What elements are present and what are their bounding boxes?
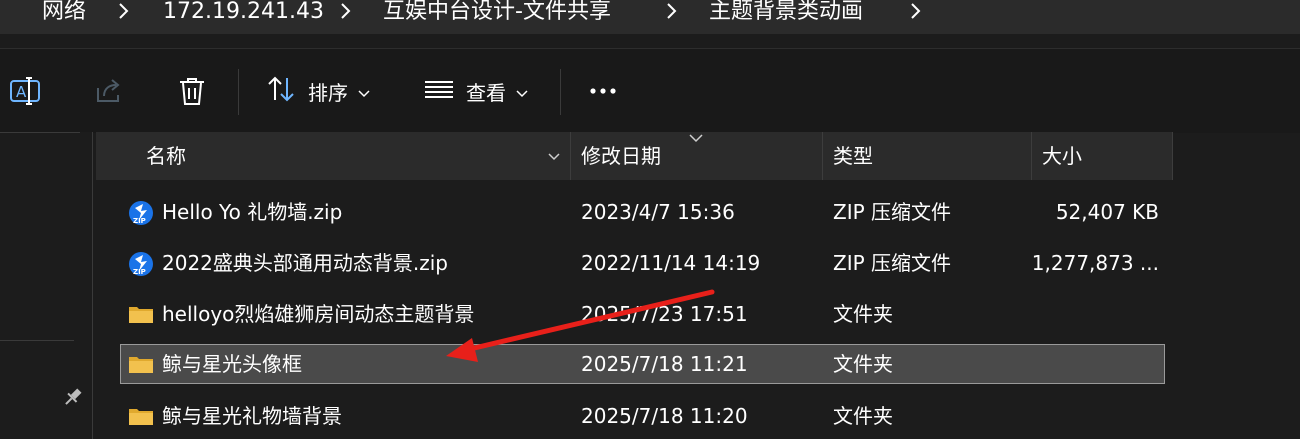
pin-icon[interactable] [62, 386, 84, 408]
file-row[interactable]: helloyo烈焰雄狮房间动态主题背景 2025/7/23 17:51 文件夹 [120, 294, 1165, 334]
breadcrumb-item-network[interactable]: 网络 [42, 0, 86, 24]
share-icon[interactable] [92, 74, 126, 108]
file-name: 2022盛典头部通用动态背景.zip [162, 251, 449, 275]
rename-icon[interactable]: A [8, 74, 42, 108]
column-header-type[interactable]: 类型 [823, 132, 1031, 180]
folder-icon [128, 352, 154, 376]
file-name: 鲸与星光礼物墙背景 [162, 404, 342, 428]
folder-icon [128, 404, 154, 428]
file-size: 52,407 KB [1055, 200, 1159, 224]
file-row[interactable]: 鲸与星光礼物墙背景 2025/7/18 11:20 文件夹 [120, 396, 1165, 436]
file-type: 文件夹 [833, 404, 893, 428]
svg-text:ZIP: ZIP [133, 268, 146, 276]
column-header-name[interactable]: 名称 [96, 132, 570, 180]
file-type: 文件夹 [833, 302, 893, 326]
chevron-right-icon[interactable] [664, 0, 678, 24]
chevron-right-icon[interactable] [338, 0, 352, 24]
view-button[interactable]: 查看 [424, 74, 528, 108]
chevron-down-icon [516, 79, 528, 103]
file-row-selected[interactable]: 鲸与星光头像框 2025/7/18 11:21 文件夹 [120, 344, 1165, 384]
file-type: ZIP 压缩文件 [833, 251, 952, 275]
toolbar-divider [238, 69, 239, 115]
file-name: Hello Yo 礼物墙.zip [162, 200, 343, 224]
chevron-right-icon[interactable] [908, 0, 922, 24]
sort-caret-icon [688, 128, 704, 143]
file-date: 2025/7/18 11:20 [581, 404, 748, 428]
view-list-icon [424, 74, 454, 109]
file-row[interactable]: ZIP Hello Yo 礼物墙.zip 2023/4/7 15:36 ZIP … [120, 192, 1165, 232]
column-header-size[interactable]: 大小 [1032, 132, 1172, 180]
sort-icon [266, 74, 296, 109]
command-bar: A 排序 查看 [0, 48, 1300, 133]
zip-icon: ZIP [128, 200, 154, 225]
more-options-icon[interactable] [588, 74, 622, 108]
delete-icon[interactable] [175, 74, 209, 108]
chevron-down-icon [358, 79, 370, 103]
folder-icon [128, 302, 154, 326]
zip-icon: ZIP [128, 251, 154, 276]
file-date: 2023/4/7 15:36 [581, 200, 735, 224]
address-bar: 网络 172.19.241.43 互娱中台设计-文件共享 主题背景类动画 [0, 0, 1300, 48]
file-name: 鲸与星光头像框 [162, 352, 302, 376]
view-label: 查看 [466, 80, 506, 105]
breadcrumb-item-host[interactable]: 172.19.241.43 [163, 0, 324, 24]
file-type: ZIP 压缩文件 [833, 200, 952, 224]
svg-text:ZIP: ZIP [133, 217, 146, 225]
svg-text:A: A [16, 83, 27, 101]
file-date: 2022/11/14 14:19 [581, 251, 761, 275]
nav-divider [0, 132, 80, 133]
sort-label: 排序 [308, 80, 348, 105]
file-type: 文件夹 [833, 352, 893, 376]
breadcrumb-item-share[interactable]: 互娱中台设计-文件共享 [383, 0, 611, 24]
nav-divider [0, 340, 74, 341]
file-date: 2025/7/18 11:21 [581, 352, 748, 376]
file-name: helloyo烈焰雄狮房间动态主题背景 [162, 302, 475, 326]
file-row[interactable]: ZIP 2022盛典头部通用动态背景.zip 2022/11/14 14:19 … [120, 243, 1165, 283]
toolbar-divider [560, 69, 561, 115]
file-size: 1,277,873 ... [1031, 251, 1159, 275]
file-date: 2025/7/23 17:51 [581, 302, 748, 326]
sort-button[interactable]: 排序 [266, 74, 370, 108]
breadcrumb-item-current[interactable]: 主题背景类动画 [709, 0, 863, 24]
column-divider[interactable] [1172, 132, 1173, 180]
chevron-down-icon[interactable] [544, 146, 564, 166]
chevron-right-icon[interactable] [116, 0, 130, 24]
